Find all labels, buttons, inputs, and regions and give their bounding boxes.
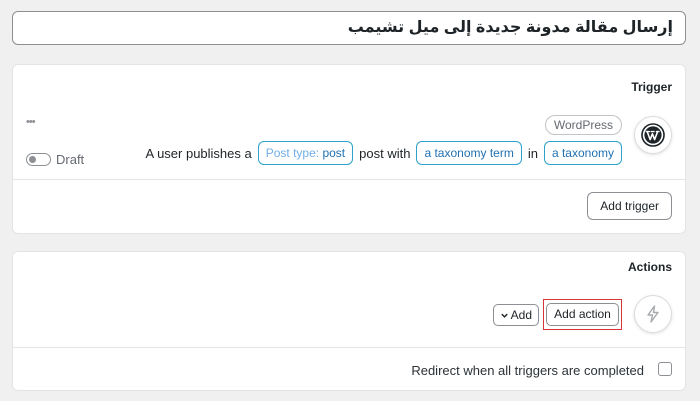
actions-divider — [13, 347, 685, 348]
draft-label: Draft — [56, 152, 85, 167]
wordpress-icon — [634, 116, 672, 154]
redirect-label: Redirect when all triggers are completed — [411, 363, 644, 378]
sentence-text-1: A user publishes a — [145, 145, 252, 161]
add-action-highlight: Add action — [543, 299, 622, 330]
trigger-divider — [13, 179, 685, 180]
add-dropdown-label: Add — [510, 308, 532, 322]
taxonomy-token[interactable]: a taxonomy — [543, 141, 622, 165]
trigger-panel-title: Trigger — [631, 80, 672, 94]
add-trigger-button[interactable]: Add trigger — [587, 192, 672, 220]
add-dropdown-button[interactable]: Add — [492, 304, 539, 326]
more-options-icon[interactable]: ••• — [26, 117, 36, 128]
bolt-icon — [634, 295, 672, 333]
actions-panel-title: Actions — [627, 260, 672, 274]
post-type-token-value: post — [322, 146, 346, 160]
taxonomy-term-token[interactable]: a taxonomy term — [416, 141, 522, 165]
trigger-sentence: A user publishes a Post type: post post … — [145, 141, 622, 165]
sentence-text-2: post with — [359, 145, 411, 161]
actions-panel: Actions Add Add action Redirect when all… — [12, 251, 686, 391]
post-type-token[interactable]: Post type: post — [257, 141, 354, 165]
add-action-button[interactable]: Add action — [546, 303, 619, 326]
draft-toggle[interactable] — [26, 153, 51, 166]
post-type-token-key: Post type: — [265, 146, 320, 160]
sentence-text-3: in — [527, 145, 538, 161]
redirect-checkbox[interactable] — [658, 362, 672, 376]
integration-badge: WordPress — [544, 115, 622, 135]
post-title-input[interactable]: إرسال مقالة مدونة جديدة إلى ميل تشيمب — [12, 11, 686, 45]
trigger-panel: Trigger ••• Draft WordPress A user publi… — [12, 64, 686, 234]
chevron-down-icon — [500, 313, 508, 318]
